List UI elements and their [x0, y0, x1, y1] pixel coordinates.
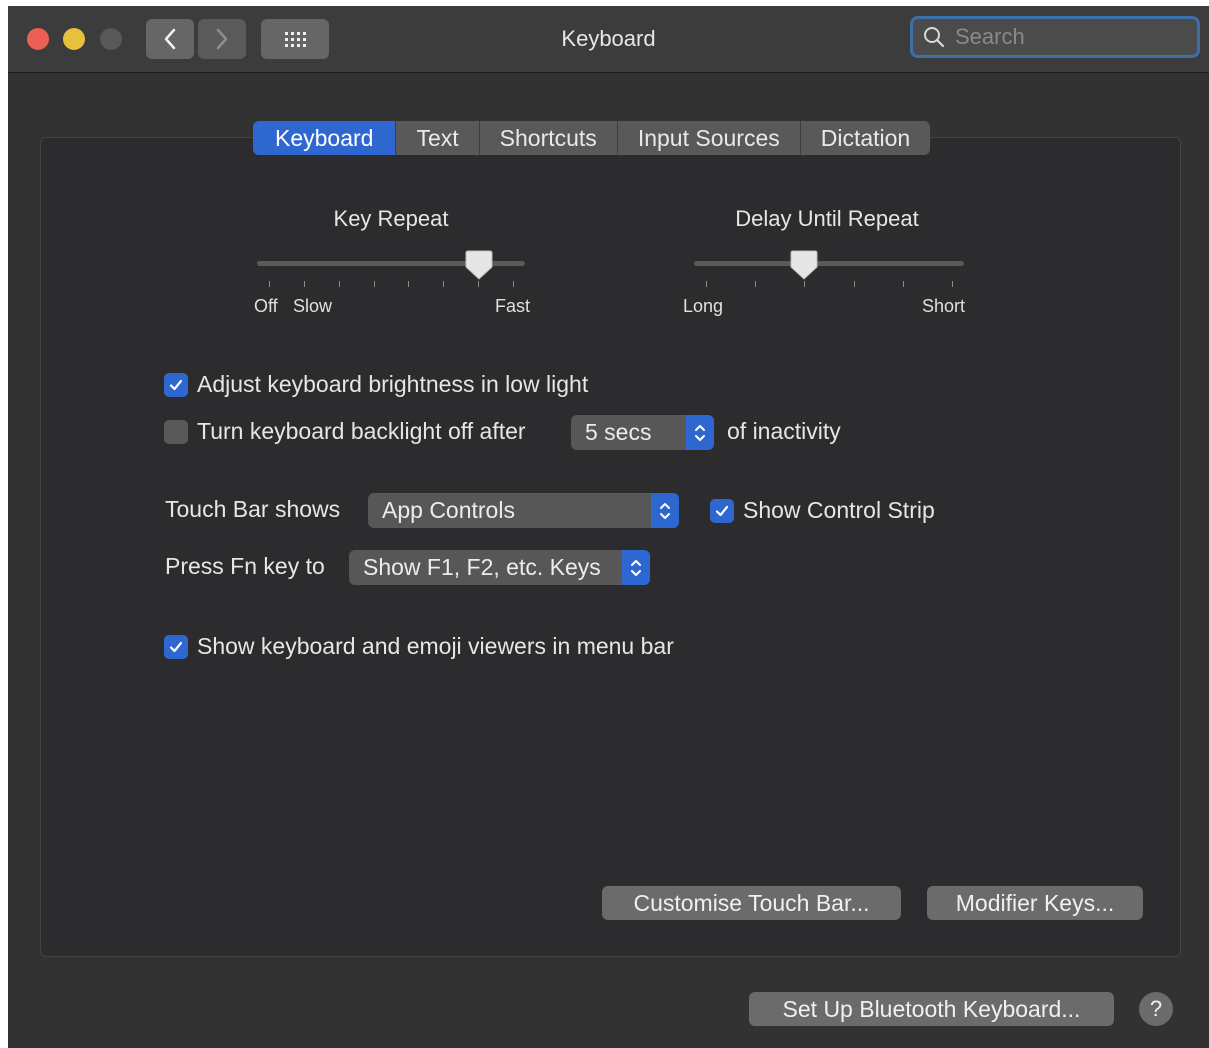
key-repeat-title: Key Repeat [333, 206, 449, 231]
popup-arrows-icon [686, 415, 714, 450]
fn-key-popup[interactable]: Show F1, F2, etc. Keys [349, 550, 650, 585]
inactivity-suffix-label: of inactivity [727, 418, 841, 444]
delay-label-short: Short [922, 296, 966, 316]
touch-bar-shows-value: App Controls [382, 497, 515, 523]
key-repeat-label-off: Off [254, 296, 278, 316]
adjust-brightness-label: Adjust keyboard brightness in low light [197, 371, 589, 397]
customise-touch-bar-button[interactable]: Customise Touch Bar... [602, 886, 901, 920]
slider-tick [853, 281, 855, 287]
slider-tick [303, 281, 305, 287]
tab-keyboard[interactable]: Keyboard [253, 121, 396, 155]
key-repeat-label-fast: Fast [495, 296, 531, 316]
slider-tick [408, 281, 410, 287]
popup-arrows-icon [622, 550, 650, 585]
inactivity-suffix: of inactivity [727, 418, 841, 445]
slider-tick [269, 281, 270, 287]
touch-bar-shows-label: Touch Bar shows [165, 496, 341, 522]
slider-tick [373, 281, 375, 287]
checkmark-icon [169, 641, 183, 652]
checkmark-icon [715, 505, 729, 516]
popup-arrows-icon [651, 493, 679, 528]
backlight-off-option[interactable]: Turn keyboard backlight off after [164, 418, 526, 445]
help-button[interactable]: ? [1139, 992, 1173, 1026]
checkmark-icon [169, 379, 183, 390]
touch-bar-shows-row: Touch Bar shows [165, 496, 340, 523]
fn-key-row: Press Fn key to [165, 553, 325, 580]
slider-tick [952, 281, 953, 287]
backlight-off-checkbox[interactable] [164, 419, 188, 444]
search-icon [923, 26, 945, 48]
show-control-strip-label: Show Control Strip [743, 497, 935, 523]
adjust-brightness-checkbox[interactable] [164, 372, 188, 397]
slider-tick [902, 281, 904, 287]
settings-panel [40, 137, 1181, 957]
touch-bar-shows-popup[interactable]: App Controls [368, 493, 679, 528]
title-bar: Keyboard [8, 6, 1209, 73]
key-repeat-label-slow: Slow [293, 296, 333, 316]
delay-until-repeat-title: Delay Until Repeat [735, 206, 919, 231]
show-control-strip-checkbox[interactable] [710, 498, 734, 523]
tab-shortcuts[interactable]: Shortcuts [478, 121, 617, 155]
show-control-strip-option[interactable]: Show Control Strip [710, 497, 935, 524]
slider-tick [478, 281, 480, 287]
slider-tick [706, 281, 707, 287]
tab-input-sources[interactable]: Input Sources [616, 121, 800, 155]
slider-tick [755, 281, 757, 287]
slider-tick [804, 281, 806, 287]
search-field[interactable] [910, 16, 1200, 58]
backlight-timeout-popup[interactable]: 5 secs [571, 415, 714, 450]
set-up-bluetooth-keyboard-button[interactable]: Set Up Bluetooth Keyboard... [749, 992, 1114, 1026]
backlight-timeout-value: 5 secs [585, 419, 652, 445]
emoji-viewers-checkbox[interactable] [164, 634, 188, 659]
adjust-brightness-option[interactable]: Adjust keyboard brightness in low light [164, 371, 588, 398]
tab-dictation[interactable]: Dictation [799, 121, 930, 155]
fn-key-value: Show F1, F2, etc. Keys [363, 554, 601, 580]
slider-knob-icon [465, 250, 493, 280]
slider-tick [513, 281, 514, 287]
slider-tick [443, 281, 445, 287]
tab-bar: Keyboard Text Shortcuts Input Sources Di… [253, 121, 931, 155]
tab-text[interactable]: Text [395, 121, 478, 155]
backlight-off-label: Turn keyboard backlight off after [197, 418, 526, 444]
keyboard-preferences-window: Keyboard Keyboard Text Shortcuts Input S… [8, 6, 1209, 1048]
delay-label-long: Long [683, 296, 724, 316]
emoji-viewers-option[interactable]: Show keyboard and emoji viewers in menu … [164, 633, 674, 660]
slider-knob-icon [790, 250, 818, 280]
fn-key-label: Press Fn key to [165, 553, 325, 579]
slider-tick [338, 281, 340, 287]
delay-until-repeat-slider[interactable] [694, 261, 964, 266]
emoji-viewers-label: Show keyboard and emoji viewers in menu … [197, 633, 674, 659]
modifier-keys-button[interactable]: Modifier Keys... [927, 886, 1143, 920]
search-input[interactable] [953, 23, 1187, 51]
